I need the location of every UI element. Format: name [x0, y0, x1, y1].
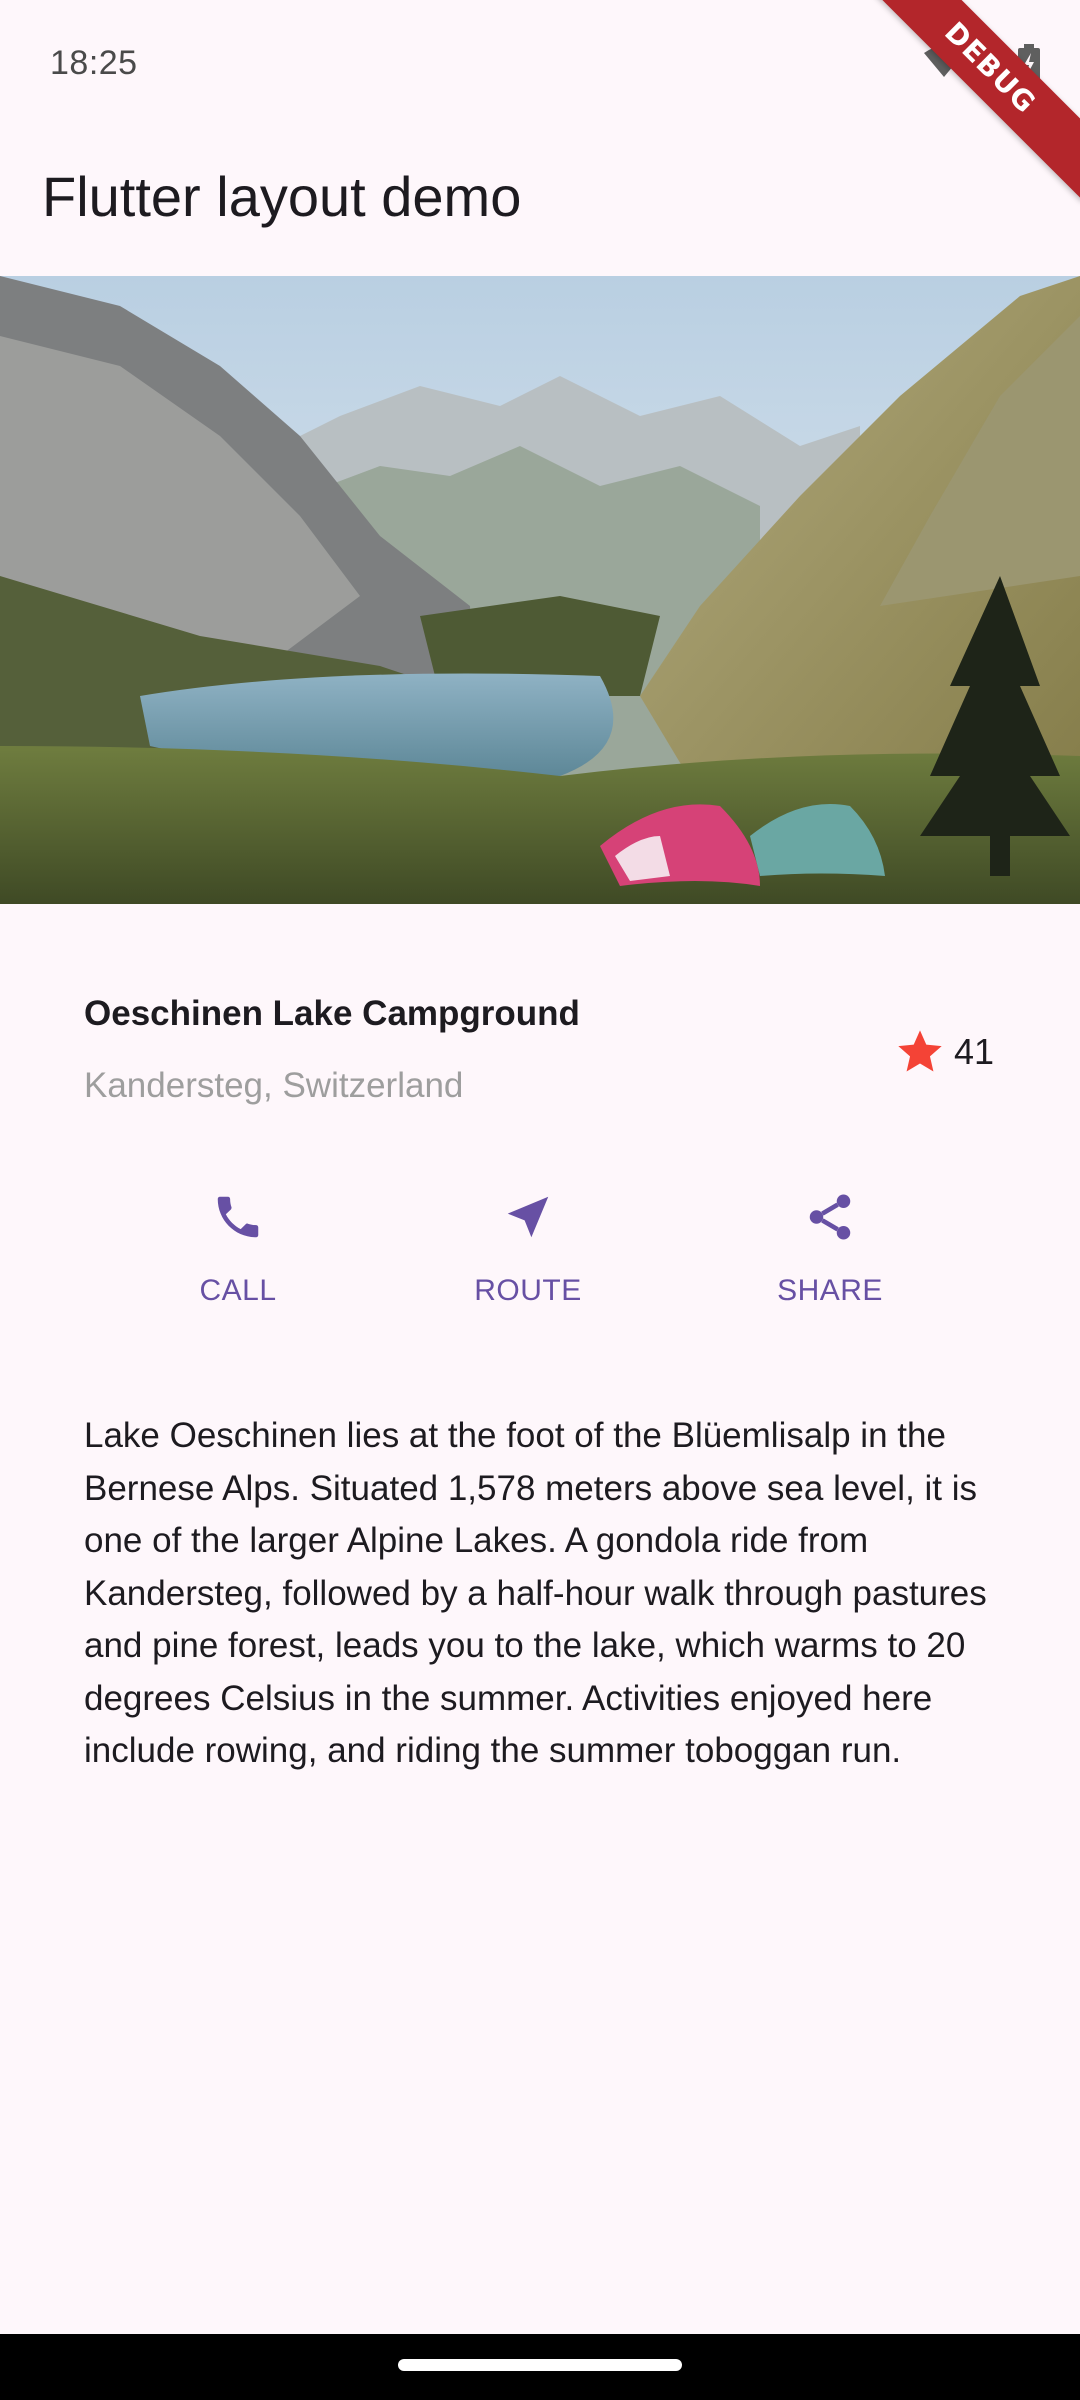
button-section: CALL ROUTE SHARE [0, 1190, 1080, 1340]
call-label: CALL [199, 1274, 277, 1307]
title-section: Oeschinen Lake Campground Kandersteg, Sw… [0, 904, 1080, 1154]
rating-count: 41 [953, 1031, 994, 1072]
status-time: 18:25 [50, 44, 138, 82]
place-location: Kandersteg, Switzerland [84, 1066, 464, 1105]
phone-icon [217, 1196, 259, 1238]
share-label: SHARE [777, 1274, 883, 1307]
rating: 41 [894, 1026, 994, 1078]
description-text: Lake Oeschinen lies at the foot of the B… [84, 1416, 987, 1770]
home-gesture-handle[interactable] [398, 2359, 682, 2371]
navigation-icon [507, 1196, 549, 1238]
share-icon [809, 1194, 851, 1240]
route-label: ROUTE [474, 1274, 582, 1307]
route-button[interactable]: ROUTE [428, 1190, 628, 1308]
hero-image [0, 276, 1080, 904]
place-name: Oeschinen Lake Campground [84, 994, 580, 1033]
app-title: Flutter layout demo [42, 165, 522, 228]
star-icon [898, 1030, 942, 1072]
share-button[interactable]: SHARE [730, 1190, 930, 1308]
app-bar: Flutter layout demo [0, 126, 1080, 276]
system-nav-bar [0, 2334, 1080, 2400]
lake-landscape-image [0, 276, 1080, 904]
call-button[interactable]: CALL [138, 1190, 338, 1308]
